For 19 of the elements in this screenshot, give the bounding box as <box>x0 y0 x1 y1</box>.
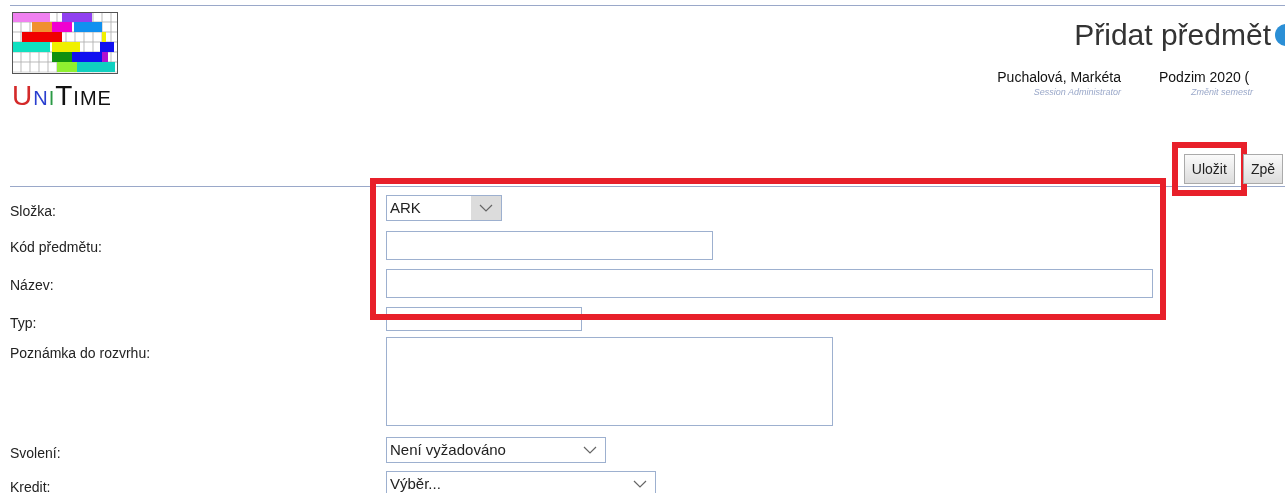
field-label: Kód předmětu: <box>10 239 102 255</box>
toolbar-button[interactable]: Zpě <box>1242 154 1283 184</box>
session-name: Podzim 2020 ( <box>1159 68 1250 87</box>
select-field[interactable]: Není vyžadováno <box>386 437 606 463</box>
user-name: Puchalová, Markéta <box>997 68 1121 87</box>
field-label: Složka: <box>10 203 56 219</box>
select-field[interactable]: ARK <box>386 195 502 221</box>
page-title: Přidat předmět <box>1074 17 1271 53</box>
field-label: Typ: <box>10 315 37 331</box>
select-value: ARK <box>390 197 421 218</box>
field-label: Svolení: <box>10 445 61 461</box>
user-role: Session Administrator <box>1033 88 1121 97</box>
field-label: Poznámka do rozvrhu: <box>10 345 151 361</box>
field-label: Název: <box>10 277 54 293</box>
field-label: Kredit: <box>10 479 51 493</box>
select-value: Není vyžadováno <box>390 439 506 460</box>
select-value: Výběr... <box>390 473 441 493</box>
logo-text: UNITIME <box>12 82 113 110</box>
select-field[interactable]: Výběr... <box>386 471 656 493</box>
